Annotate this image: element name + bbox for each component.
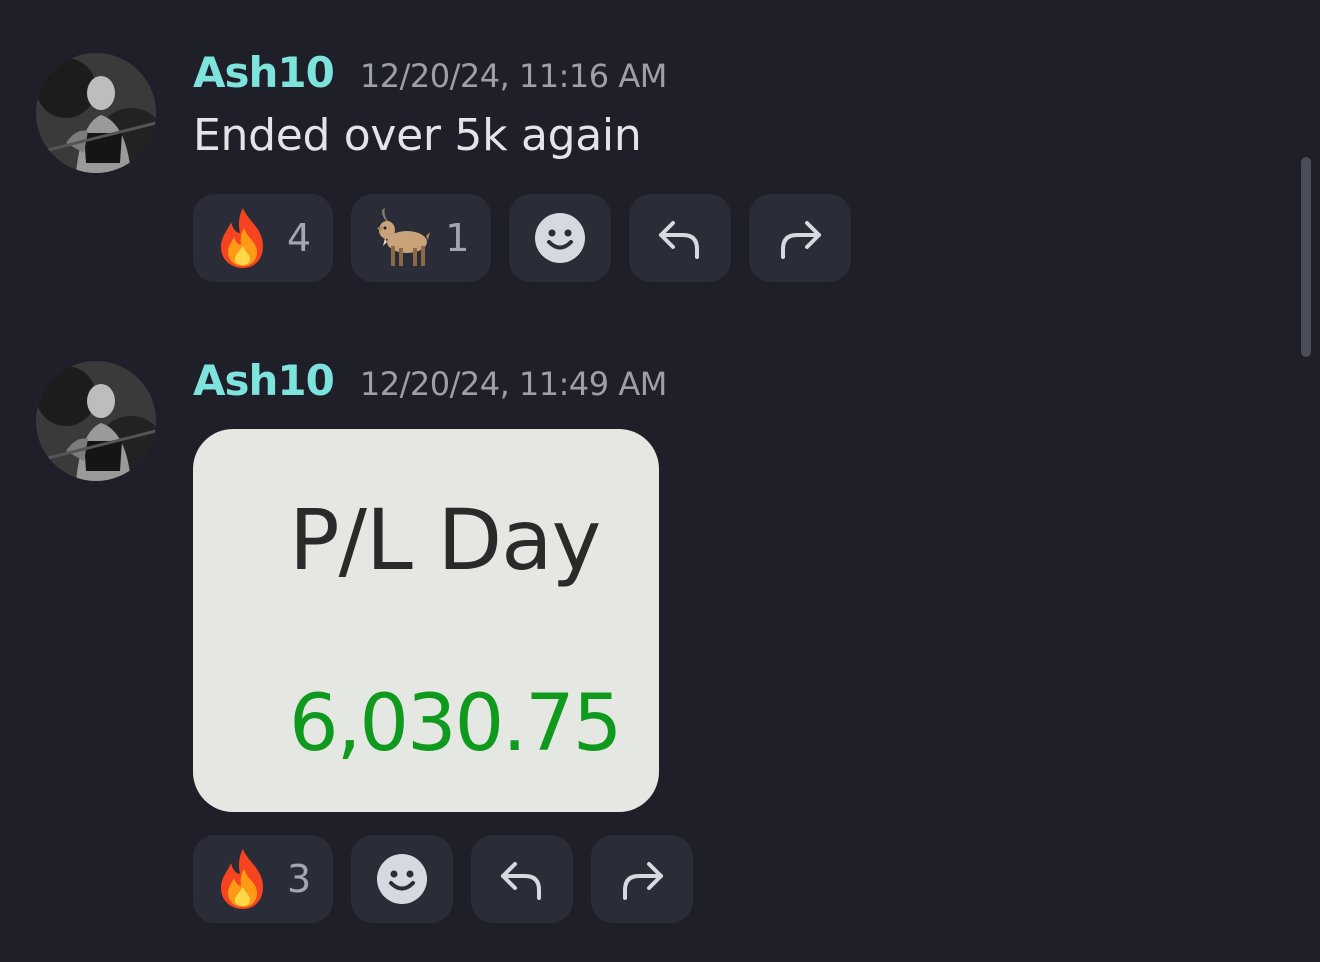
scrollbar[interactable]: [1301, 157, 1311, 357]
forward-icon: [623, 862, 664, 900]
avatar[interactable]: [36, 361, 156, 481]
reaction-bar: 3: [193, 835, 711, 923]
reaction-fire[interactable]: 3: [193, 835, 334, 923]
reply-icon: [501, 862, 542, 900]
message: Ash10 12/20/24, 11:49 AM P/L Day 6,030.7…: [0, 0, 1280, 962]
chat-view: Ash10 12/20/24, 11:16 AM Ended over 5k a…: [0, 0, 1320, 962]
reaction-count: 3: [287, 857, 312, 901]
fire-emoji-icon: [221, 849, 263, 909]
forward-button[interactable]: [591, 835, 694, 923]
pl-day-label: P/L Day: [289, 491, 601, 589]
pl-day-value: 6,030.75: [289, 679, 622, 769]
add-reaction-icon: [377, 854, 428, 904]
image-attachment[interactable]: P/L Day 6,030.75: [193, 429, 659, 812]
add-reaction-button[interactable]: [351, 835, 454, 923]
username[interactable]: Ash10: [193, 356, 335, 405]
timestamp: 12/20/24, 11:49 AM: [359, 365, 667, 403]
reply-button[interactable]: [471, 835, 574, 923]
